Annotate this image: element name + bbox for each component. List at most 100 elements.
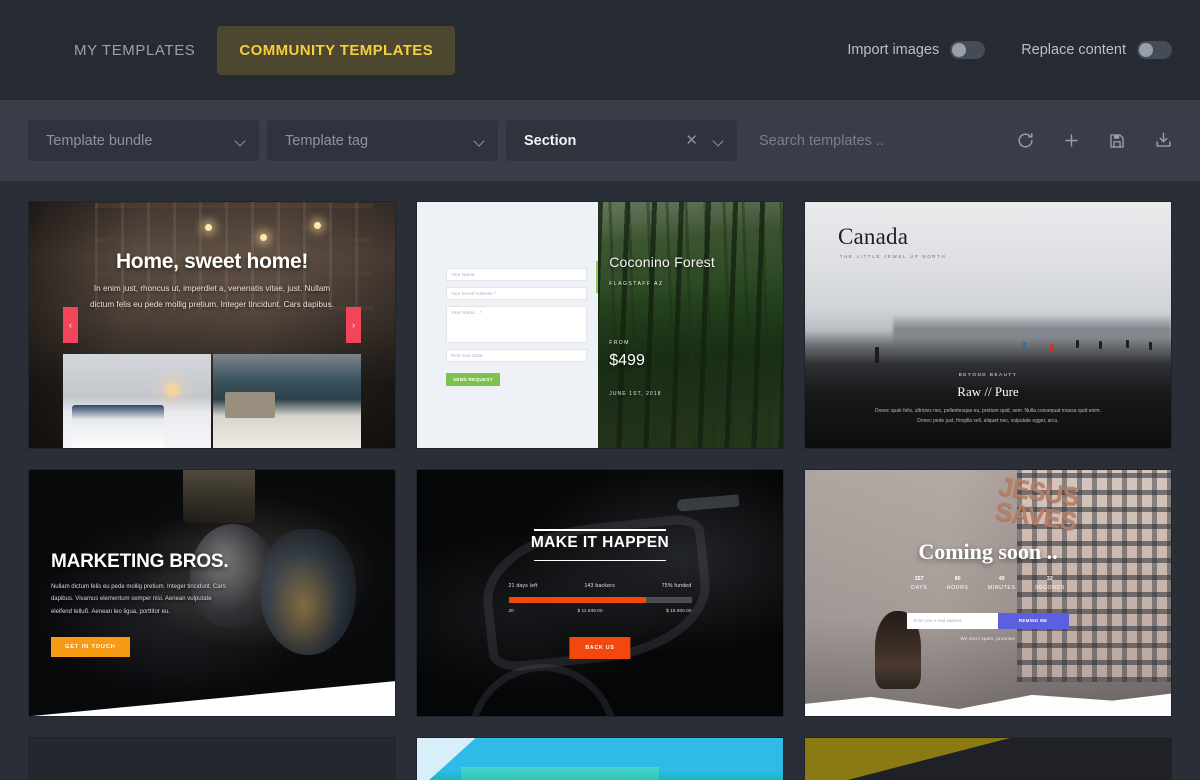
- chevron-down-icon: [236, 137, 247, 144]
- countdown-minutes: 45 MINUTES: [988, 576, 1016, 591]
- template-bundle-select[interactable]: Template bundle: [28, 120, 259, 161]
- tree-texture: [598, 202, 783, 448]
- lamp-icon: [204, 224, 212, 232]
- bulb-cap: [182, 470, 255, 524]
- countdown-minutes-unit: MINUTES: [987, 584, 1016, 591]
- toolbar-actions: [1002, 128, 1176, 154]
- carousel-slide: [63, 354, 211, 448]
- template-tag-value: Template tag: [285, 132, 369, 149]
- card-title: MAKE IT HAPPEN: [530, 533, 670, 551]
- carousel-slide: [213, 354, 361, 448]
- back-us-button[interactable]: BACK US: [569, 637, 631, 660]
- contact-form: Your Name Your Email Address * Your Note…: [445, 268, 588, 387]
- contact-form-panel: Your Name Your Email Address * Your Note…: [417, 202, 600, 448]
- email-input[interactable]: Enter your e-mail address: [907, 612, 998, 629]
- card-heading: Coconino Forest: [609, 253, 715, 270]
- countdown-seconds-value: 32: [1046, 575, 1053, 582]
- section-value: Section: [524, 132, 577, 149]
- tab-my-templates[interactable]: MY TEMPLATES: [52, 26, 217, 75]
- rule-bottom: [534, 559, 666, 562]
- section-select[interactable]: Section ✕: [506, 120, 737, 161]
- countdown-seconds-unit: SECONDS: [1035, 584, 1065, 591]
- send-request-button[interactable]: SEND REQUEST: [445, 373, 500, 387]
- email-placeholder: Enter your e-mail address: [913, 617, 962, 623]
- countdown-hours-value: 80: [954, 575, 961, 582]
- email-placeholder: Your Email Address *: [450, 291, 496, 297]
- notes-placeholder: Your Notes... *: [450, 310, 482, 316]
- template-card-partial-olive[interactable]: [804, 737, 1172, 780]
- lightbulb-icon: [259, 529, 356, 656]
- campaign-stats: 21 days left 143 backers 75% funded: [509, 583, 692, 589]
- rule-top: [534, 529, 666, 531]
- template-card-home-sweet-home[interactable]: Home, sweet home! In enim just, rhoncus …: [28, 201, 396, 449]
- template-card-partial-dark[interactable]: [28, 737, 396, 780]
- remind-me-button[interactable]: REMIND ME: [997, 612, 1069, 629]
- template-card-canada[interactable]: Canada THE LITTLE JEWEL UP NORTH BEYOND …: [804, 201, 1172, 449]
- get-in-touch-button[interactable]: GET IN TOUCH: [50, 637, 130, 658]
- countdown-days-value: 257: [914, 575, 924, 582]
- app-header: MY TEMPLATES COMMUNITY TEMPLATES Import …: [0, 0, 1200, 100]
- notes-field[interactable]: Your Notes... *: [445, 306, 588, 344]
- card-location: FLAGSTAFF AZ: [609, 280, 664, 287]
- amount-current: $ 11.949.00: [577, 608, 603, 614]
- amount-goal: $ 16.000.00: [666, 608, 692, 614]
- search-input[interactable]: [745, 120, 1002, 161]
- countdown-hours-unit: HOURS: [946, 584, 969, 591]
- template-grid: Home, sweet home! In enim just, rhoncus …: [0, 181, 1200, 780]
- card-heading: Raw // Pure: [957, 384, 1019, 400]
- card-title: MARKETING BROS.: [50, 551, 229, 573]
- stat-days: 21 days left: [508, 583, 538, 590]
- name-placeholder: Your Name: [450, 272, 475, 278]
- lamp-icon: [259, 233, 267, 241]
- card-body: Donec quak felis, ultricies nec, pellent…: [875, 408, 1101, 425]
- template-tag-select[interactable]: Template tag: [267, 120, 498, 161]
- stat-funded: 75% funded: [661, 583, 692, 590]
- template-tabs: MY TEMPLATES COMMUNITY TEMPLATES: [52, 25, 456, 75]
- template-card-make-it-happen[interactable]: MAKE IT HAPPEN 21 days left 143 backers …: [416, 469, 784, 717]
- import-images-label: Import images: [847, 42, 940, 58]
- template-bundle-value: Template bundle: [46, 132, 153, 149]
- carousel-prev-icon[interactable]: ‹: [63, 307, 78, 343]
- chevron-down-icon: [714, 137, 725, 144]
- plus-icon[interactable]: [1058, 128, 1084, 154]
- template-card-marketing-bros[interactable]: MARKETING BROS. Nullam dictum felis eu p…: [28, 469, 396, 717]
- funding-progress-bar: [508, 596, 692, 603]
- card-subtitle: THE LITTLE JEWEL UP NORTH: [839, 253, 947, 259]
- countdown-hours: 80 HOURS: [947, 576, 969, 591]
- template-card-coconino-forest[interactable]: Your Name Your Email Address * Your Note…: [416, 201, 784, 449]
- header-options: Import images Replace content: [847, 41, 1172, 59]
- forest-photo: Coconino Forest FLAGSTAFF AZ FROM $499 J…: [598, 202, 783, 448]
- countdown-seconds: 32 SECONDS: [1035, 576, 1065, 591]
- download-icon[interactable]: [1150, 128, 1176, 154]
- amount-start: 20: [508, 608, 514, 614]
- refresh-icon[interactable]: [1012, 128, 1038, 154]
- carousel-next-icon[interactable]: ›: [346, 307, 361, 343]
- close-icon[interactable]: ✕: [685, 133, 698, 148]
- countdown-days: 257 DAYS: [911, 576, 927, 591]
- replace-content-label: Replace content: [1021, 42, 1126, 58]
- date-field[interactable]: Pick Your Date: [445, 349, 588, 363]
- card-body: Nullam dictum felis eu pede mollig preti…: [50, 583, 226, 615]
- replace-content-switch[interactable]: [1137, 41, 1172, 59]
- spam-note: We don't spam, promise!: [960, 636, 1016, 642]
- card-title: Canada: [837, 224, 909, 250]
- image-carousel: [63, 354, 361, 448]
- card-title: Home, sweet home!: [115, 250, 309, 273]
- card-eyebrow: BEYOND BEAUTY: [958, 371, 1018, 377]
- card-body: In enim just, rhoncus ut, imperdiet a, v…: [90, 284, 334, 309]
- card-title: Coming soon ..: [918, 538, 1058, 564]
- countdown-minutes-value: 45: [998, 575, 1005, 582]
- template-card-partial-cyan[interactable]: [416, 737, 784, 780]
- template-card-coming-soon[interactable]: JESUS SAVES Coming soon .. 257 DAYS 80 H…: [804, 469, 1172, 717]
- filter-toolbar: Template bundle Template tag Section ✕: [0, 100, 1200, 181]
- name-field[interactable]: Your Name: [445, 268, 588, 282]
- email-signup-form: Enter your e-mail address REMIND ME: [907, 612, 1069, 629]
- import-images-switch[interactable]: [950, 41, 986, 59]
- save-icon[interactable]: [1104, 128, 1130, 154]
- tab-community-templates[interactable]: COMMUNITY TEMPLATES: [217, 25, 456, 75]
- people-silhouettes: [1017, 337, 1163, 362]
- replace-content-toggle[interactable]: Replace content: [1021, 41, 1172, 59]
- countdown-days-unit: DAYS: [911, 584, 928, 591]
- email-field[interactable]: Your Email Address *: [445, 287, 588, 301]
- import-images-toggle[interactable]: Import images: [847, 41, 986, 59]
